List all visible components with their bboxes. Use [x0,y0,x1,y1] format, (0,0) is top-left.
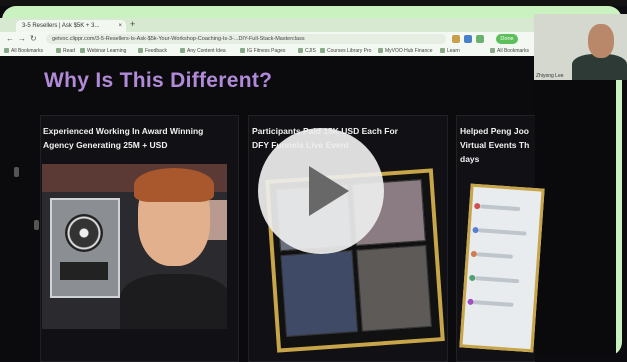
bookmark-item[interactable]: All Bookmarks [4,47,43,55]
webcam-tile: Zhiyong Lee [534,14,627,80]
back-arrow-icon[interactable]: ← [6,34,14,44]
browser-address-row: ← → ↻ getvoc.clippr.com/3-5-Resellers-Is… [0,32,534,46]
chat-line [473,300,514,307]
person-hair [134,168,214,202]
play-icon [309,166,349,216]
done-button[interactable]: Done [496,34,518,44]
bookmark-item[interactable]: Learn [440,47,460,55]
bookmark-item[interactable]: All Bookmarks [490,47,529,55]
record-disc-icon [65,214,103,252]
card-title: Experienced Working In Award Winning Age… [43,126,204,150]
extension-icon[interactable] [452,35,460,43]
reload-icon[interactable]: ↻ [30,34,37,44]
forward-arrow-icon[interactable]: → [18,34,26,44]
tab-close-icon[interactable]: × [118,20,122,32]
chat-line [480,204,521,212]
bookmark-item[interactable]: IG Fitness Pages [240,47,285,55]
bookmark-item[interactable]: Read [56,47,75,55]
browser-tab[interactable]: 3-5 Resellers | Ask $5K + 3... × [16,20,126,32]
bookmark-item[interactable]: Webinar Learning [80,47,126,55]
participant-name: Zhiyong Lee [536,73,564,79]
chat-line [478,228,527,236]
browser-tab-bar: 3-5 Resellers | Ask $5K + 3... × + [0,18,534,32]
bookmark-item[interactable]: Any Content Idea [180,47,226,55]
side-tab[interactable] [34,220,39,230]
chat-screenshot [459,183,545,353]
award-plaque [50,198,120,298]
feature-card: Helped Peng Joo Virtual Events Th days [456,115,545,362]
extension-icon[interactable] [476,35,484,43]
feature-card: Experienced Working In Award Winning Age… [40,115,239,362]
address-bar[interactable]: getvoc.clippr.com/3-5-Resellers-Is-Ask-$… [46,34,446,44]
person-shirt [120,274,227,329]
bookmark-item[interactable]: MyVOO Hub Finance [378,47,433,55]
bookmark-item[interactable]: Feedback [138,47,167,55]
collage-photo [356,245,432,332]
chat-line [476,252,513,259]
side-tab[interactable] [14,167,19,177]
new-tab-icon[interactable]: + [130,19,135,29]
award-photo [42,164,227,329]
webcam-person [588,24,614,58]
bookmark-item[interactable]: CJIS [298,47,316,55]
extension-icon[interactable] [464,35,472,43]
tab-title: 3-5 Resellers | Ask $5K + 3... [22,23,100,29]
video-play-button[interactable] [258,128,384,254]
award-plate [60,262,108,280]
card-title: Helped Peng Joo Virtual Events Th days [460,126,530,164]
collage-photo [280,250,358,337]
page-heading: Why Is This Different? [44,69,273,92]
chat-line [475,276,520,284]
bookmark-item[interactable]: Courses Library Pro [320,47,371,55]
